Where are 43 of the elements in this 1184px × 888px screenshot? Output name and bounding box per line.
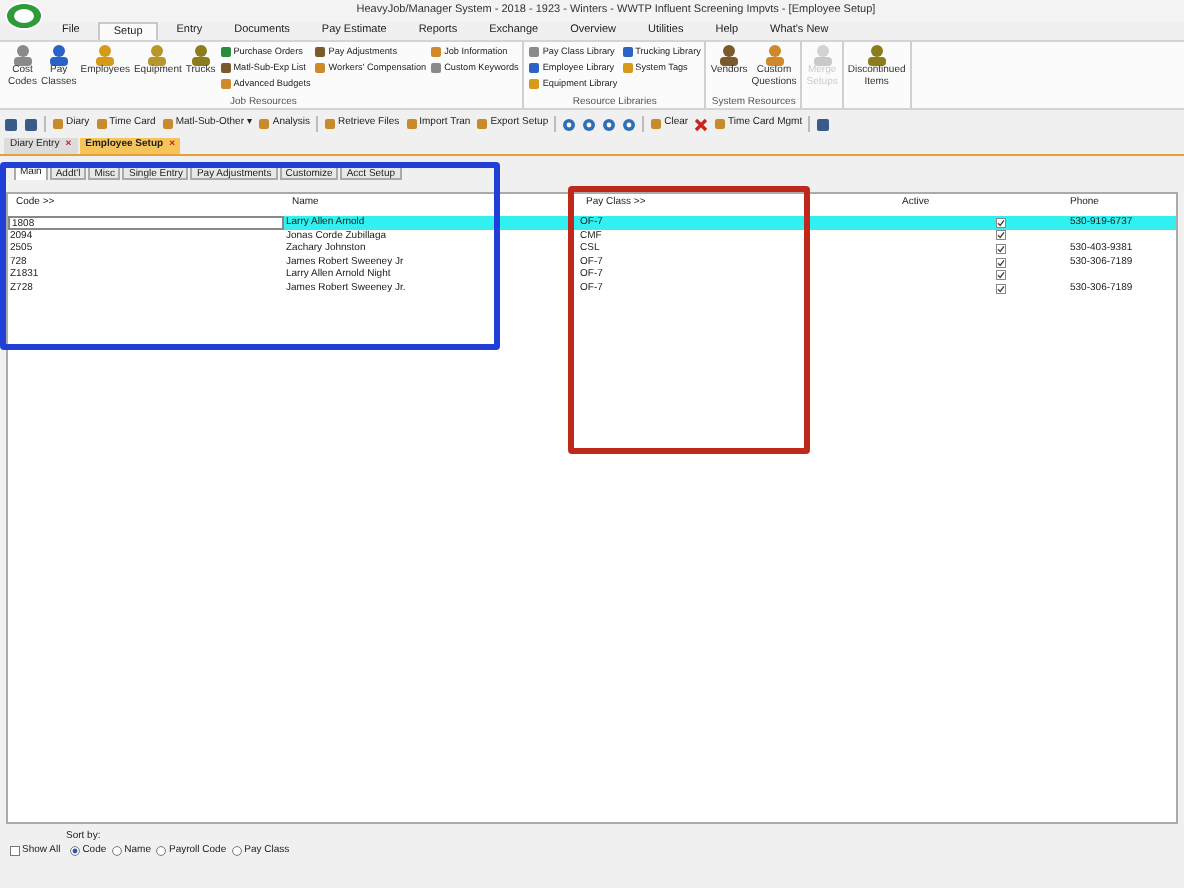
- tile-icon: [528, 46, 541, 59]
- tile-icon: [528, 78, 541, 91]
- figure-icon: [718, 44, 741, 66]
- circle-icon: [602, 117, 617, 131]
- figure-icon: [811, 44, 834, 66]
- checkbox-box-icon: [10, 846, 20, 857]
- square-icon: [816, 117, 831, 131]
- square-icon: [4, 117, 18, 131]
- tile-icon: [528, 62, 541, 75]
- tile-icon: [405, 118, 418, 130]
- circle-icon: [562, 117, 577, 131]
- radio-icon: [232, 846, 243, 857]
- radio-icon: [70, 846, 81, 857]
- tile-icon: [650, 118, 663, 130]
- tile-icon: [52, 118, 64, 130]
- tile-icon: [314, 46, 327, 59]
- tile-icon: [714, 118, 727, 130]
- tile-icon: [219, 78, 232, 91]
- tile-icon: [314, 62, 327, 75]
- tile-icon: [95, 118, 108, 130]
- tile-icon: [219, 62, 232, 75]
- close-icon: [694, 117, 709, 131]
- radio-icon: [156, 846, 167, 857]
- tile-icon: [476, 118, 489, 130]
- figure-icon: [865, 44, 888, 66]
- figure-icon: [189, 44, 212, 66]
- figure-icon: [11, 44, 34, 66]
- figure-icon: [94, 44, 117, 66]
- circle-icon: [582, 117, 597, 131]
- tile-icon: [430, 46, 443, 59]
- radio-icon: [112, 846, 123, 857]
- tile-icon: [219, 46, 232, 59]
- tile-icon: [161, 118, 174, 130]
- figure-icon: [146, 44, 169, 66]
- circle-icon: [622, 117, 637, 131]
- tile-icon: [258, 118, 271, 130]
- tile-icon: [430, 62, 443, 75]
- figure-icon: [763, 44, 786, 66]
- tile-icon: [324, 118, 337, 130]
- tile-icon: [621, 62, 634, 75]
- square-icon: [24, 117, 38, 131]
- tile-icon: [621, 46, 634, 59]
- figure-icon: [47, 44, 70, 66]
